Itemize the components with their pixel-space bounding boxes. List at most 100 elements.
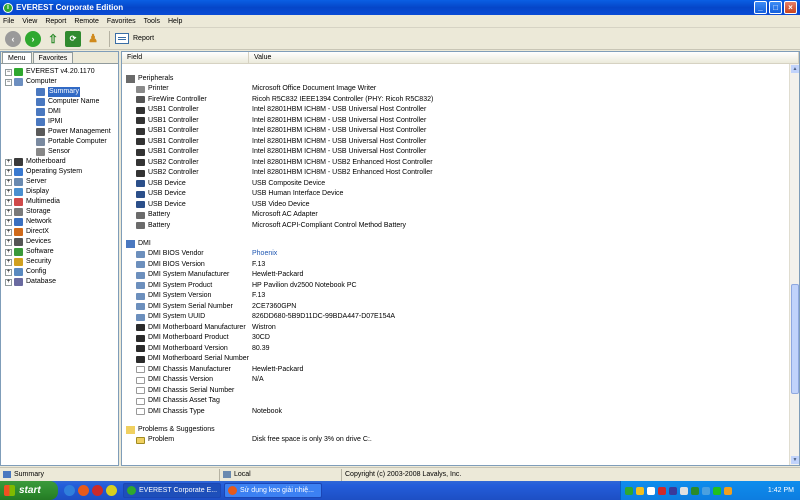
- table-row[interactable]: DMI System UUID 826DD680-5B9D11DC-99BDA44…: [122, 312, 791, 323]
- start-button[interactable]: start: [0, 481, 58, 500]
- table-row[interactable]: FireWire Controller Ricoh R5C832 IEEE1394…: [122, 95, 791, 106]
- tree-item[interactable]: + Devices: [3, 237, 118, 247]
- table-row[interactable]: DMI System Version F.13: [122, 291, 791, 302]
- ie-icon[interactable]: [64, 485, 75, 496]
- up-arrow-icon[interactable]: ⇧: [45, 31, 61, 47]
- taskbar-task-everest[interactable]: EVEREST Corporate E...: [123, 483, 221, 498]
- tree-item[interactable]: + Server: [3, 177, 118, 187]
- table-row[interactable]: USB1 Controller Intel 82801HBM ICH8M - US…: [122, 137, 791, 148]
- maximize-button[interactable]: □: [769, 1, 782, 14]
- table-row[interactable]: Problem Disk free space is only 3% on dri…: [122, 435, 791, 446]
- tree-item[interactable]: Summary: [3, 87, 118, 97]
- table-row[interactable]: DMI BIOS Version F.13: [122, 260, 791, 271]
- table-row[interactable]: USB1 Controller Intel 82801HBM ICH8M - US…: [122, 116, 791, 127]
- table-row[interactable]: DMI Chassis Serial Number: [122, 386, 791, 397]
- firefox-icon[interactable]: [78, 485, 89, 496]
- table-row[interactable]: DMI System Manufacturer Hewlett-Packard: [122, 270, 791, 281]
- tree-item[interactable]: + Operating System: [3, 167, 118, 177]
- menu-view[interactable]: View: [22, 18, 37, 25]
- menu-favorites[interactable]: Favorites: [107, 18, 136, 25]
- tray-update-icon[interactable]: [713, 486, 721, 495]
- taskbar-task-browser[interactable]: Sử dụng keo giải nhiệ...: [224, 483, 322, 498]
- table-row[interactable]: DMI Motherboard Serial Number: [122, 354, 791, 365]
- scroll-up-icon[interactable]: ▲: [791, 65, 799, 73]
- table-row[interactable]: DMI Motherboard Manufacturer Wistron: [122, 323, 791, 334]
- tree-item[interactable]: Computer Name: [3, 97, 118, 107]
- expand-icon[interactable]: +: [5, 278, 12, 286]
- table-row[interactable]: DMI Motherboard Version 80.39: [122, 344, 791, 355]
- expand-icon[interactable]: +: [5, 188, 12, 196]
- tree-item[interactable]: + Multimedia: [3, 197, 118, 207]
- tree-item[interactable]: + Network: [3, 217, 118, 227]
- tray-security-icon[interactable]: [658, 486, 666, 495]
- tree-item[interactable]: + Config: [3, 267, 118, 277]
- minimize-button[interactable]: _: [754, 1, 767, 14]
- expand-icon[interactable]: +: [5, 208, 12, 216]
- table-row[interactable]: DMI System Product HP Pavilion dv2500 Not…: [122, 281, 791, 292]
- menu-report[interactable]: Report: [45, 18, 66, 25]
- expand-icon[interactable]: +: [5, 248, 12, 256]
- table-row[interactable]: Battery Microsoft AC Adapter: [122, 210, 791, 221]
- tree-item[interactable]: Portable Computer: [3, 137, 118, 147]
- forward-icon[interactable]: ›: [25, 30, 41, 47]
- tree-item[interactable]: − Computer: [3, 77, 118, 87]
- table-row[interactable]: Battery Microsoft ACPI-Compliant Control …: [122, 221, 791, 232]
- table-row[interactable]: USB1 Controller Intel 82801HBM ICH8M - US…: [122, 126, 791, 137]
- tree-item[interactable]: + Software: [3, 247, 118, 257]
- menu-tools[interactable]: Tools: [144, 18, 160, 25]
- column-header-value[interactable]: Value: [249, 52, 799, 63]
- tray-everest-icon[interactable]: [625, 486, 633, 495]
- expand-icon[interactable]: +: [5, 268, 12, 276]
- tree-item[interactable]: IPMI: [3, 117, 118, 127]
- table-row[interactable]: USB2 Controller Intel 82801HBM ICH8M - US…: [122, 168, 791, 179]
- tree-item[interactable]: + Display: [3, 187, 118, 197]
- expand-icon[interactable]: +: [5, 198, 12, 206]
- tab-favorites[interactable]: Favorites: [32, 52, 74, 63]
- table-row[interactable]: USB2 Controller Intel 82801HBM ICH8M - US…: [122, 158, 791, 169]
- tree-item[interactable]: + Storage: [3, 207, 118, 217]
- tree-item[interactable]: Power Management: [3, 127, 118, 137]
- tree-item[interactable]: − EVEREST v4.20.1170: [3, 67, 118, 77]
- table-row[interactable]: DMI Chassis Manufacturer Hewlett-Packard: [122, 365, 791, 376]
- value-link[interactable]: Phoenix: [249, 249, 791, 260]
- tray-volume-icon[interactable]: [680, 486, 688, 495]
- tree-item[interactable]: + DirectX: [3, 227, 118, 237]
- users-icon[interactable]: ♟: [85, 31, 101, 47]
- title-bar[interactable]: i EVEREST Corporate Edition _ □ ×: [0, 0, 800, 15]
- table-row[interactable]: USB Device USB Human Interface Device: [122, 189, 791, 200]
- refresh-icon[interactable]: ⟳: [65, 30, 81, 47]
- tab-menu[interactable]: Menu: [2, 52, 32, 63]
- table-row[interactable]: USB Device USB Composite Device: [122, 179, 791, 190]
- tree-item[interactable]: + Motherboard: [3, 157, 118, 167]
- tray-wifi-icon[interactable]: [702, 486, 710, 495]
- scroll-down-icon[interactable]: ▼: [791, 456, 799, 464]
- tray-warning-icon[interactable]: [636, 486, 644, 495]
- back-icon[interactable]: ‹: [5, 30, 21, 47]
- tray-battery-icon[interactable]: [724, 486, 732, 495]
- tray-network-icon[interactable]: [647, 486, 655, 495]
- table-row[interactable]: DMI BIOS Vendor Phoenix: [122, 249, 791, 260]
- media-icon[interactable]: [92, 485, 103, 496]
- table-row[interactable]: DMI Chassis Version N/A: [122, 375, 791, 386]
- table-row[interactable]: DMI Chassis Type Notebook: [122, 407, 791, 418]
- clock[interactable]: 1:42 PM: [768, 481, 794, 500]
- report-button[interactable]: Report: [115, 33, 154, 44]
- menu-help[interactable]: Help: [168, 18, 182, 25]
- menu-file[interactable]: File: [3, 18, 14, 25]
- table-row[interactable]: Printer Microsoft Office Document Image W…: [122, 84, 791, 95]
- messenger-icon[interactable]: [106, 485, 117, 496]
- table-row[interactable]: DMI Motherboard Product 30CD: [122, 333, 791, 344]
- collapse-icon[interactable]: −: [5, 78, 12, 86]
- expand-icon[interactable]: +: [5, 178, 12, 186]
- tree-item[interactable]: Sensor: [3, 147, 118, 157]
- close-button[interactable]: ×: [784, 1, 797, 14]
- expand-icon[interactable]: +: [5, 218, 12, 226]
- expand-icon[interactable]: +: [5, 168, 12, 176]
- tree-item[interactable]: + Security: [3, 257, 118, 267]
- tray-app-icon[interactable]: [669, 486, 677, 495]
- expand-icon[interactable]: +: [5, 228, 12, 236]
- tree-item[interactable]: + Database: [3, 277, 118, 287]
- expand-icon[interactable]: +: [5, 258, 12, 266]
- table-row[interactable]: USB Device USB Video Device: [122, 200, 791, 211]
- tree-item[interactable]: DMI: [3, 107, 118, 117]
